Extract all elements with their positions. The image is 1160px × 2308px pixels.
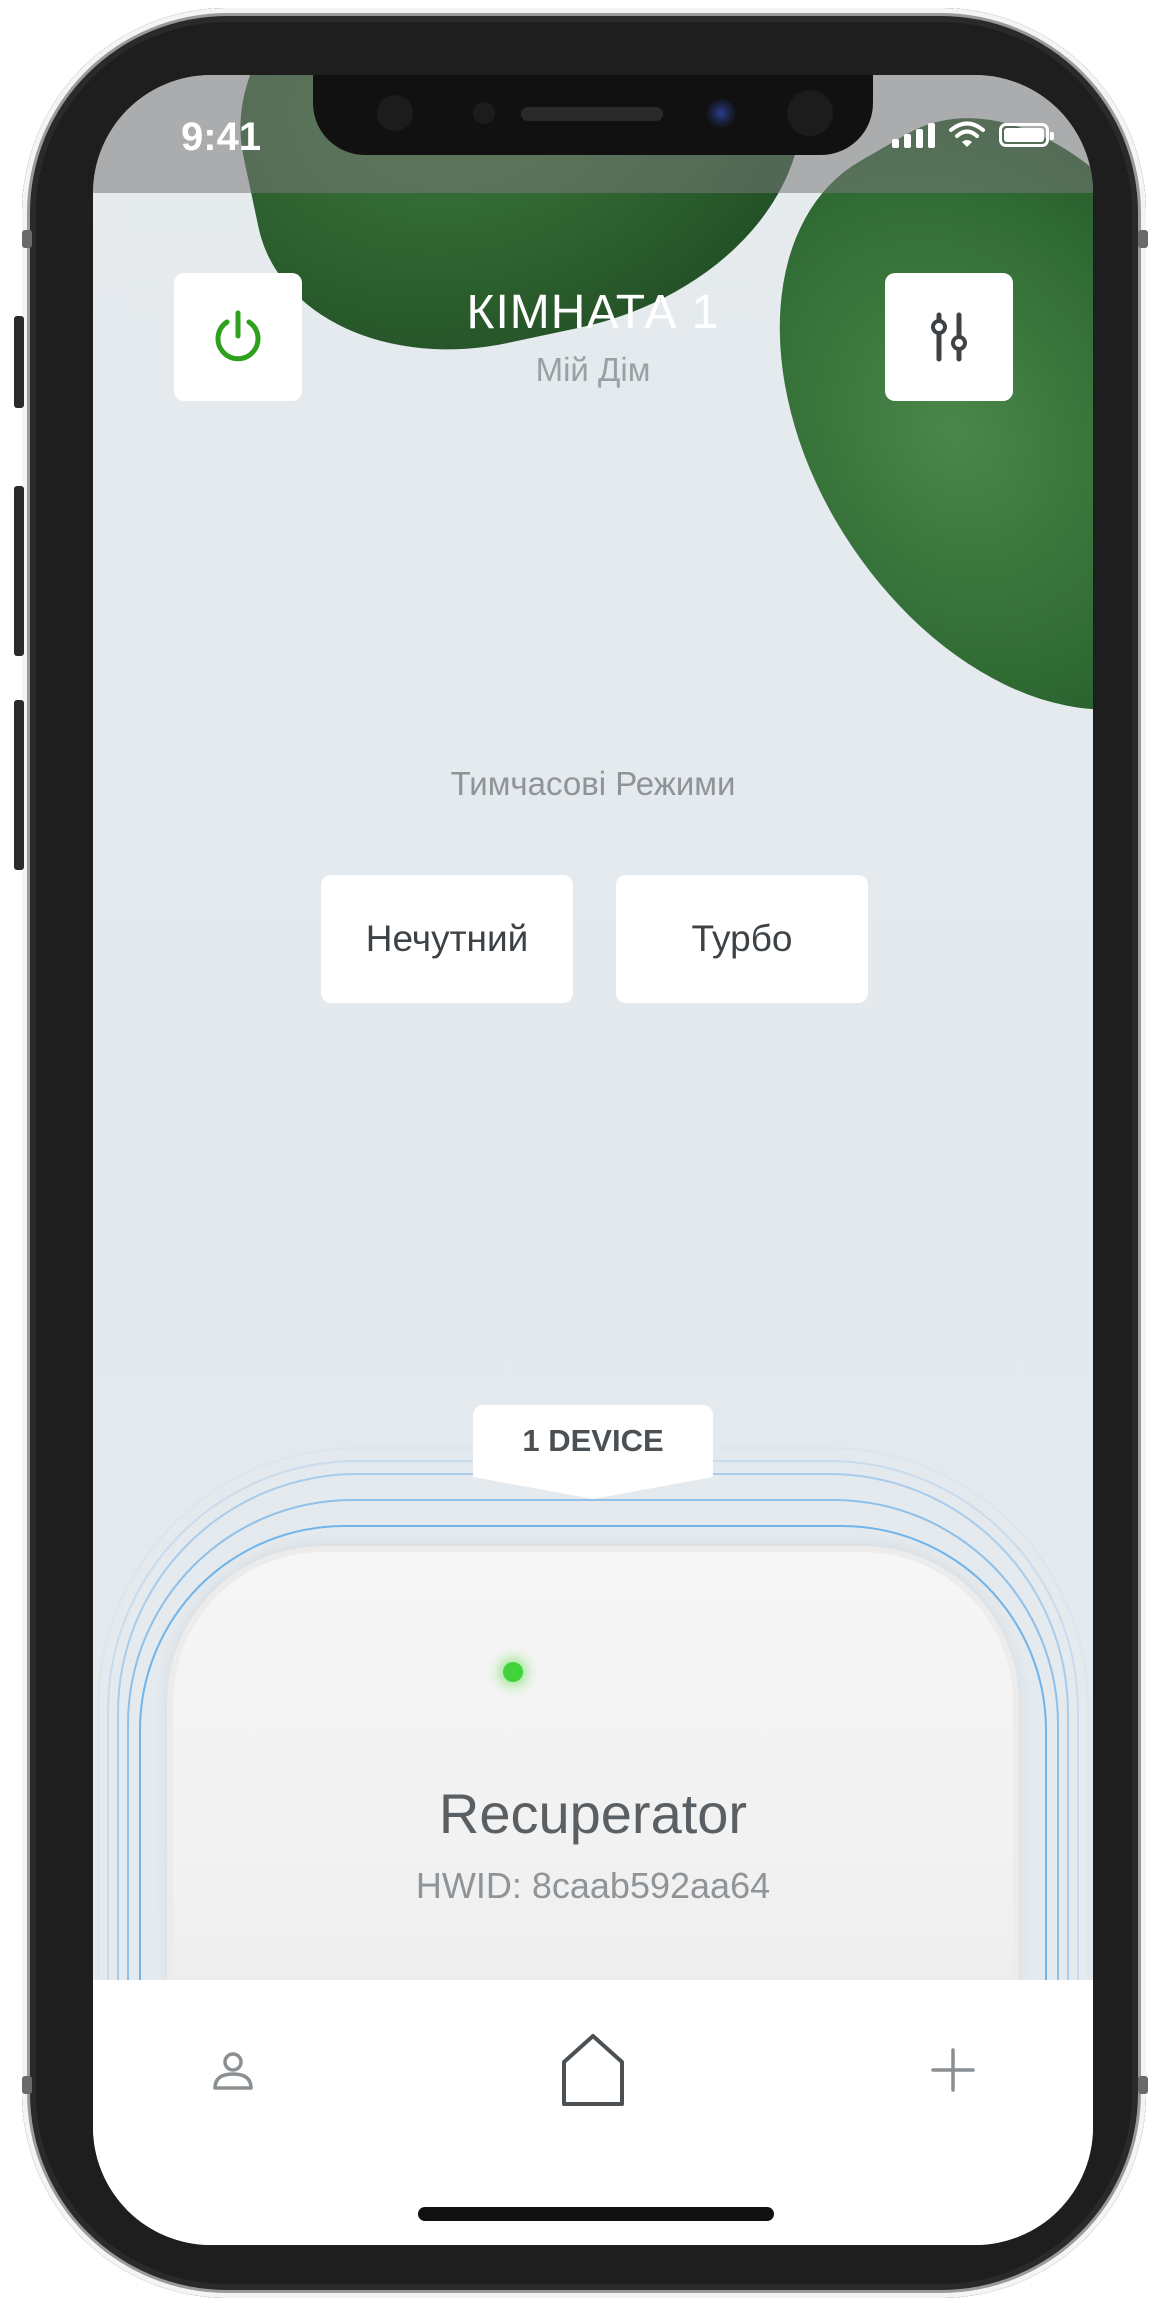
front-camera [707,99,735,127]
device-hwid: HWID: 8caab592aa64 [415,1865,771,1906]
wifi-icon [949,121,985,147]
status-time: 9:41 [181,115,262,159]
mute-switch [14,316,24,408]
device-name: Recuperator [438,1782,748,1845]
silent-mode-button[interactable]: Нечутний [321,875,573,1003]
sensor [473,102,495,124]
sensor [377,95,413,131]
battery-icon [999,123,1054,147]
cellular-signal-icon [892,122,935,148]
temporary-modes-label: Тимчасові Режими [450,765,736,802]
app-screen: 9:41 КІМНАТА 1 Мій Дім Тимчасові Режими … [93,75,1093,2245]
frame-band-bottom [1138,2076,1148,2094]
tab-add[interactable] [913,2030,993,2110]
sliders-icon [931,312,967,362]
tab-bar [93,1980,1093,2245]
power-side-button [1138,230,1148,248]
plus-icon [931,2048,975,2092]
status-icons [892,121,1054,149]
volume-up-button [14,486,24,656]
home-indicator[interactable] [418,2207,774,2221]
tab-home[interactable] [551,2020,635,2120]
tab-profile[interactable] [193,2030,273,2110]
settings-button[interactable] [885,273,1013,401]
frame-band-left-bottom [22,2076,32,2094]
profile-icon [213,2052,253,2090]
sensor [787,90,833,136]
speaker-grille [521,107,663,121]
frame-band-left-top [22,230,32,248]
device-count-tab[interactable]: 1 DEVICE [473,1405,713,1499]
volume-down-button [14,700,24,870]
home-icon [562,2034,624,2106]
camera-notch [313,75,873,155]
turbo-mode-button[interactable]: Турбо [616,875,868,1003]
device-status-indicator [503,1662,523,1682]
device-count-label: 1 DEVICE [522,1423,664,1458]
